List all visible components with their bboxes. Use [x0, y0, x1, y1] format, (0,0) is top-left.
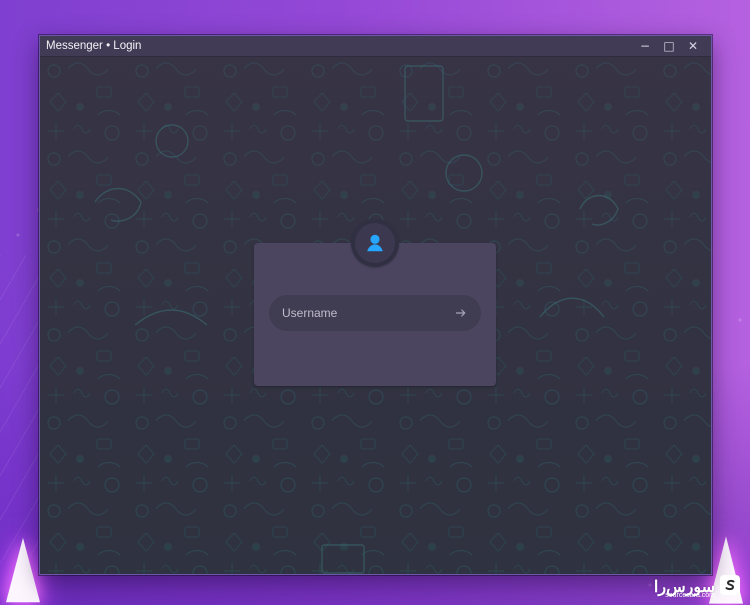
login-submit-button[interactable]: [451, 303, 471, 323]
avatar: [351, 219, 399, 267]
desktop-background: Messenger • Login − □ ✕: [0, 0, 750, 605]
minimize-icon: −: [639, 39, 651, 53]
sourcesara-logo-icon: [720, 575, 740, 595]
close-icon: ✕: [687, 39, 699, 53]
watermark: سورس‌را sourcesara.com: [642, 575, 742, 599]
window-controls: − □ ✕: [633, 36, 705, 56]
close-button[interactable]: ✕: [681, 36, 705, 56]
minimize-button[interactable]: −: [633, 36, 657, 56]
avatar-circle: [355, 223, 395, 263]
window-titlebar: Messenger • Login − □ ✕: [40, 36, 711, 57]
user-icon: [367, 234, 383, 252]
arrow-right-icon: [455, 309, 466, 317]
maximize-icon: □: [663, 39, 675, 53]
username-input[interactable]: [282, 304, 438, 322]
maximize-button[interactable]: □: [657, 36, 681, 56]
username-field: [269, 295, 481, 331]
messenger-window: Messenger • Login − □ ✕: [39, 35, 712, 575]
neon-light-left: [6, 537, 40, 603]
watermark-domain: sourcesara.com: [665, 592, 715, 599]
window-title: Messenger • Login: [46, 40, 142, 52]
login-screen: [40, 57, 711, 574]
logo-mark-icon: [725, 579, 735, 591]
login-card: [254, 219, 496, 386]
